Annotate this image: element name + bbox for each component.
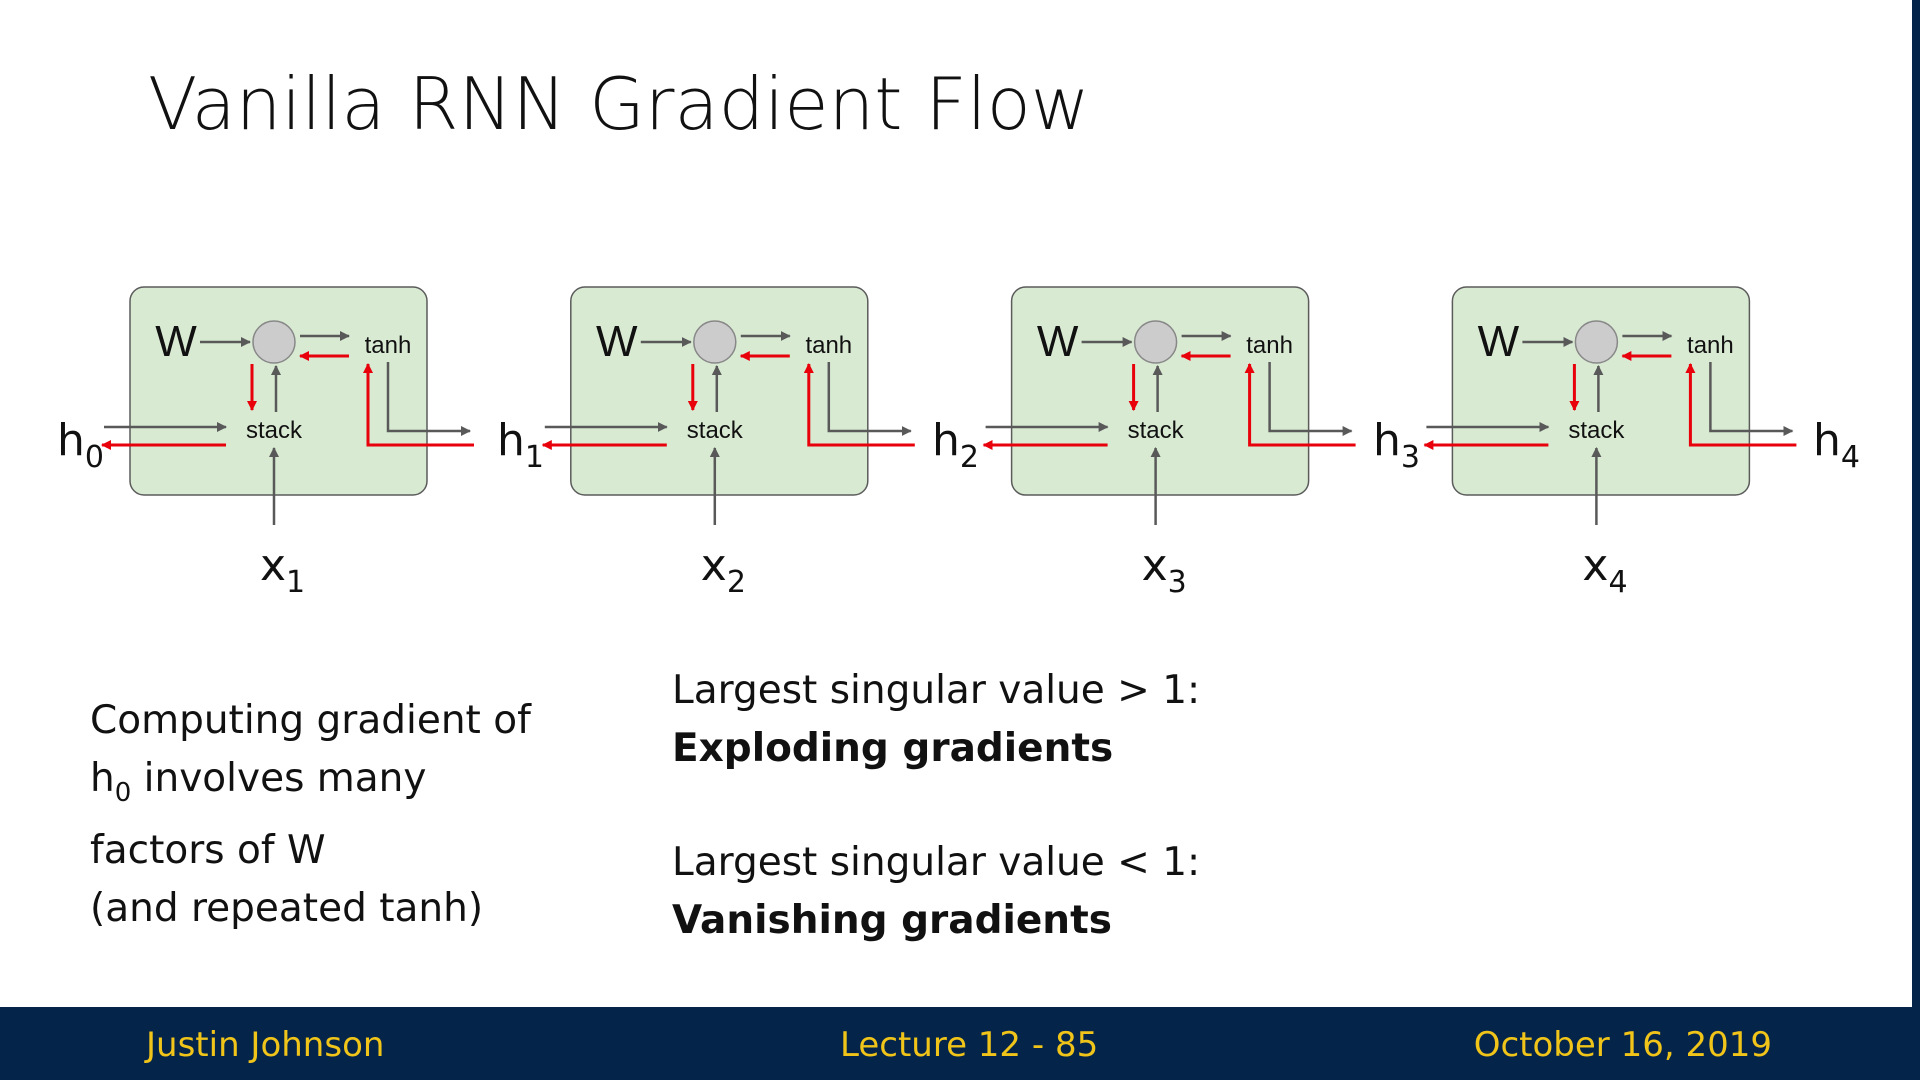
stack-label-2: stack xyxy=(687,417,744,444)
case1-condition: Largest singular value > 1: xyxy=(672,668,1201,713)
explanation-line-2-rest: involves many xyxy=(131,756,427,801)
matmul-node-1 xyxy=(252,320,296,364)
tanh-label-4: tanh xyxy=(1687,332,1734,359)
matmul-node-2 xyxy=(693,320,737,364)
stack-label-1: stack xyxy=(246,417,303,444)
stack-label-3: stack xyxy=(1128,417,1185,444)
explanation-line-4: (and repeated tanh) xyxy=(90,886,484,931)
stack-label-4: stack xyxy=(1568,417,1625,444)
input-label-1: x1 xyxy=(260,540,305,600)
input-label-3: x3 xyxy=(1142,540,1187,600)
input-label-4: x4 xyxy=(1582,540,1627,600)
rnn-diagram: Wtanh stack x1 W tanh stack x2 W tanh stack x3 W tan… xyxy=(57,286,1860,600)
footer-lecture: Lecture 12 - 85 xyxy=(840,1025,1099,1065)
matmul-node-3 xyxy=(1133,320,1178,364)
gradient-explanation: Computing gradient of h0 involves many f… xyxy=(90,692,531,938)
hidden-state-label-3: h3 xyxy=(1373,415,1420,475)
case2-result: Vanishing gradients xyxy=(672,898,1112,943)
right-edge-strip xyxy=(1912,0,1920,1007)
footer-date: October 16, 2019 xyxy=(1473,1025,1772,1065)
tanh-label-1: tanh xyxy=(365,332,412,359)
explanation-line-3: factors of W xyxy=(90,828,326,873)
weight-label-2: W xyxy=(596,317,638,366)
tanh-label-2: tanh xyxy=(805,332,852,359)
footer-bar: Justin Johnson Lecture 12 - 85 October 1… xyxy=(0,1007,1920,1080)
weight-label-3: W xyxy=(1037,317,1079,366)
explanation-line-1: Computing gradient of xyxy=(90,698,531,743)
singular-value-cases: Largest singular value > 1: Exploding gr… xyxy=(672,662,1200,950)
hidden-state-label-1: h1 xyxy=(497,415,544,475)
matmul-node-4 xyxy=(1574,320,1619,364)
h0-base: h xyxy=(90,756,115,801)
h0-sub: 0 xyxy=(114,778,132,808)
weight-label-1: W xyxy=(155,317,197,366)
hidden-state-label-2: h2 xyxy=(932,415,979,475)
hidden-state-label-4: h4 xyxy=(1813,415,1860,475)
explanation-line-2: h0 involves many xyxy=(90,750,531,822)
tanh-label-3: tanh xyxy=(1246,332,1293,359)
footer-author: Justin Johnson xyxy=(146,1025,385,1065)
weight-label-4: W xyxy=(1478,317,1520,366)
input-label-2: x2 xyxy=(701,540,746,600)
case1-result: Exploding gradients xyxy=(672,726,1114,771)
hidden-state-label-0: h0 xyxy=(57,415,104,475)
case2-condition: Largest singular value < 1: xyxy=(672,840,1201,885)
